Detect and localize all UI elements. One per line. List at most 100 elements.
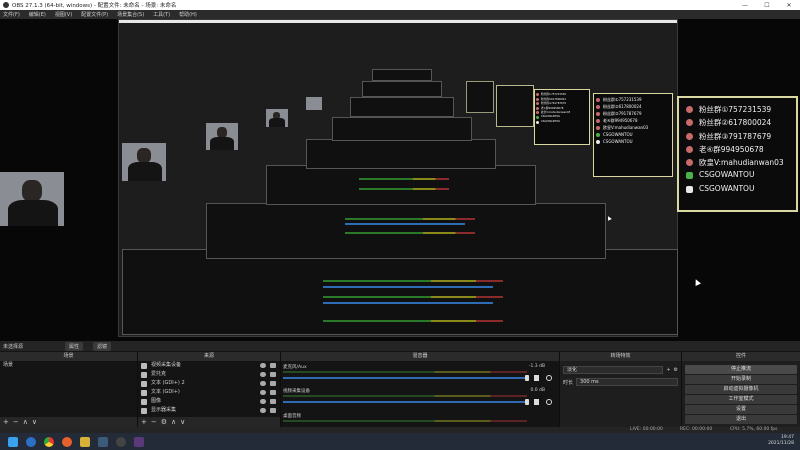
transitions-header: 转场特效 <box>560 352 681 361</box>
eye-icon[interactable] <box>260 390 266 395</box>
fan-group-panel-copy <box>466 81 494 113</box>
camera-icon <box>141 362 147 369</box>
window-icon <box>141 371 147 378</box>
eye-icon[interactable] <box>260 399 266 404</box>
menu-profile[interactable]: 配置文件(P) <box>81 11 108 18</box>
system-tray[interactable]: 19:47 2021/11/28 <box>768 435 794 447</box>
recursive-docks-1 <box>122 249 678 335</box>
fan-line: CSGOWANTOU <box>596 139 669 146</box>
settings-button[interactable]: 设置 <box>685 405 797 414</box>
edge-icon[interactable] <box>26 436 36 447</box>
eye-icon[interactable] <box>260 372 266 377</box>
start-recording-button[interactable]: 开始录制 <box>685 375 797 384</box>
exit-button[interactable]: 退出 <box>685 415 797 424</box>
track-db: 0.0 dB <box>530 388 545 393</box>
menu-scene-collection[interactable]: 场景集合(S) <box>117 11 144 18</box>
controls-dock: 控件 停止推流 开始录制 启动虚拟摄像机 工作室模式 设置 退出 <box>682 352 800 427</box>
volume-meter <box>283 395 527 397</box>
scenes-header: 场景 <box>0 352 137 361</box>
gear-icon[interactable] <box>546 399 552 405</box>
studio-mode-button[interactable]: 工作室模式 <box>685 395 797 404</box>
duration-input[interactable]: 300 ms <box>576 378 678 386</box>
lock-icon[interactable] <box>270 408 276 413</box>
volume-slider[interactable] <box>283 377 527 379</box>
source-label: 爱托克 <box>151 371 167 377</box>
menu-tools[interactable]: 工具(T) <box>153 11 170 18</box>
add-transition-icon[interactable]: + <box>666 367 670 373</box>
taskbar: 19:47 2021/11/28 <box>0 433 800 450</box>
scenes-controls[interactable]: +−∧∨ <box>0 417 137 427</box>
menu-help[interactable]: 帮助(H) <box>179 11 197 18</box>
fan-line: 粉丝群②617800024 <box>596 104 669 111</box>
transition-select[interactable]: 淡化 <box>563 366 664 374</box>
obs-icon <box>3 2 9 8</box>
lock-icon[interactable] <box>270 390 276 395</box>
lock-icon[interactable] <box>270 372 276 377</box>
lock-icon[interactable] <box>270 363 276 368</box>
volume-meter <box>283 371 527 373</box>
monitor-icon <box>141 407 147 414</box>
fan-line: 粉丝群②617800024 <box>686 117 790 130</box>
webcam-feed-copy <box>306 97 322 110</box>
steam-icon[interactable] <box>98 436 108 447</box>
source-item[interactable]: 文本 (GDI+) 2 <box>138 379 280 388</box>
track-name: 视频采集设备 <box>283 389 310 394</box>
app-icon[interactable] <box>80 436 90 447</box>
selected-source-label: 未选择源 <box>3 343 24 350</box>
menu-file[interactable]: 文件(F) <box>3 11 20 18</box>
maximize-button[interactable]: ☐ <box>756 0 778 10</box>
app-icon[interactable] <box>62 436 72 447</box>
preview-canvas[interactable]: 粉丝群①757231539 粉丝群②617800024 粉丝群③79178767… <box>0 19 800 341</box>
scene-item[interactable]: 场景 <box>0 361 137 370</box>
chrome-icon[interactable] <box>44 436 54 447</box>
source-item[interactable]: 图像 <box>138 397 280 406</box>
source-item[interactable]: 爱托克 <box>138 370 280 379</box>
gear-icon[interactable] <box>546 375 552 381</box>
menu-edit[interactable]: 编辑(E) <box>29 11 46 18</box>
source-item[interactable]: 视频采集设备 <box>138 361 280 370</box>
text-icon <box>141 380 147 387</box>
recursive-capture-3 <box>266 165 536 205</box>
stop-streaming-button[interactable]: 停止推流 <box>685 365 797 374</box>
speaker-icon[interactable] <box>534 399 539 405</box>
obs-icon[interactable] <box>116 436 126 447</box>
recursive-capture-6 <box>350 97 454 117</box>
virtual-camera-button[interactable]: 启动虚拟摄像机 <box>685 385 797 394</box>
minimize-button[interactable]: — <box>734 0 756 10</box>
sources-header: 来源 <box>138 352 280 361</box>
cpu-fps: CPU: 5.7%, 60.00 fps <box>730 427 778 432</box>
eye-icon[interactable] <box>260 363 266 368</box>
eye-icon[interactable] <box>260 381 266 386</box>
menu-view[interactable]: 视图(V) <box>55 11 72 18</box>
source-item[interactable]: 显示器采集 <box>138 406 280 415</box>
recursive-capture-4 <box>306 139 496 169</box>
volume-slider[interactable] <box>283 401 527 403</box>
sources-dock: 来源 视频采集设备 爱托克 文本 (GDI+) 2 文本 (GDI+) 图像 显… <box>138 352 281 427</box>
live-time: LIVE: 00:00:00 <box>630 427 663 432</box>
speaker-icon[interactable] <box>534 375 539 381</box>
source-item[interactable]: 文本 (GDI+) <box>138 388 280 397</box>
eye-icon[interactable] <box>260 408 266 413</box>
lock-icon[interactable] <box>270 381 276 386</box>
fan-line: 欧皇V:mahudianwan03 <box>686 157 790 170</box>
mixer-track: 麦克风/Aux -1.3 dB <box>283 364 557 386</box>
close-button[interactable]: ✕ <box>778 0 800 10</box>
clock-date: 2021/11/28 <box>768 441 794 446</box>
properties-button[interactable]: 属性 <box>65 341 84 351</box>
volume-slider-handle[interactable] <box>525 399 529 405</box>
volume-slider-handle[interactable] <box>525 375 529 381</box>
text-icon <box>141 389 147 396</box>
fan-line: CSGOWANTOU <box>536 120 587 125</box>
lock-icon[interactable] <box>270 399 276 404</box>
sources-controls[interactable]: +−⚙∧∨ <box>138 417 280 427</box>
windows-start-icon[interactable] <box>8 436 18 447</box>
penguin-icon-line: 粉丝群①757231539 <box>686 104 790 117</box>
filters-button[interactable]: 滤镜 <box>93 341 112 351</box>
app-icon[interactable] <box>134 436 144 447</box>
gear-icon[interactable]: ⚙ <box>674 367 678 373</box>
wechat-icon-line: CSGOWANTOU <box>686 170 790 183</box>
fan-group-panel-copy: 粉丝群①757231539 粉丝群②617800024 粉丝群③79178767… <box>593 93 673 177</box>
source-label: 图像 <box>151 398 162 404</box>
source-toolbar: 未选择源 属性 滤镜 <box>0 341 800 351</box>
track-name: 麦克风/Aux <box>283 365 307 370</box>
